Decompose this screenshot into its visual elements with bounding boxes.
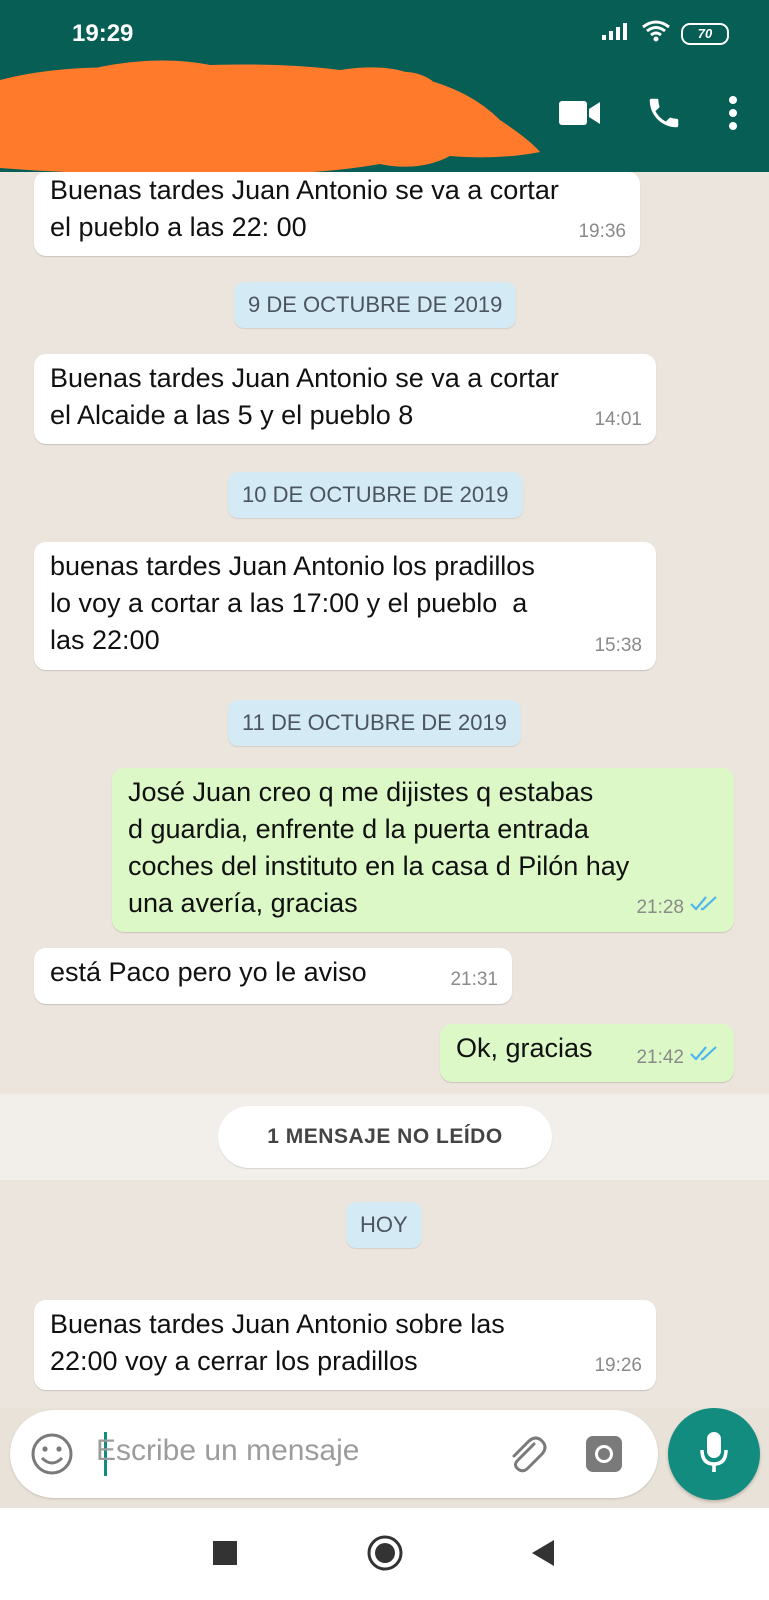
message-meta: 19:26 — [594, 1347, 642, 1384]
more-options-icon[interactable] — [727, 95, 739, 136]
message-text: está Paco pero yo le aviso — [50, 957, 367, 987]
message-text: Buenas tardes Juan Antonio sobre las 22:… — [50, 1309, 505, 1376]
recent-apps-icon[interactable] — [212, 1540, 238, 1571]
message-time: 19:36 — [578, 221, 626, 242]
message-incoming[interactable]: buenas tardes Juan Antonio los pradillos… — [34, 542, 656, 670]
message-incoming[interactable]: Buenas tardes Juan Antonio se va a corta… — [34, 354, 656, 444]
message-meta: 19:36 — [578, 213, 626, 250]
wifi-icon — [641, 20, 671, 47]
battery-indicator: 70 — [681, 22, 729, 45]
signal-icon — [601, 21, 631, 46]
home-icon[interactable] — [366, 1534, 404, 1577]
unread-divider: 1 MENSAJE NO LEÍDO — [0, 1094, 769, 1180]
date-chip: HOY — [346, 1202, 422, 1248]
message-meta: 21:28 — [636, 889, 720, 926]
system-nav-bar — [0, 1508, 769, 1600]
date-chip: 10 DE OCTUBRE DE 2019 — [228, 472, 523, 518]
camera-icon[interactable] — [582, 1432, 626, 1481]
back-icon[interactable] — [530, 1538, 556, 1573]
message-time: 21:42 — [636, 1047, 684, 1068]
message-incoming[interactable]: Buenas tardes Juan Antonio se va a corta… — [34, 172, 640, 256]
message-incoming[interactable]: Buenas tardes Juan Antonio sobre las 22:… — [34, 1300, 656, 1390]
voice-message-button[interactable] — [668, 1408, 760, 1500]
message-input[interactable]: Escribe un mensaje — [96, 1434, 359, 1468]
message-meta: 14:01 — [594, 401, 642, 438]
date-chip: 9 DE OCTUBRE DE 2019 — [234, 282, 517, 328]
date-chip: 11 DE OCTUBRE DE 2019 — [228, 700, 521, 746]
phone-icon[interactable] — [645, 94, 683, 137]
message-time: 19:26 — [594, 1355, 642, 1376]
message-time: 21:31 — [450, 969, 498, 990]
double-check-read-icon — [690, 1039, 720, 1076]
message-text: Buenas tardes Juan Antonio se va a corta… — [50, 363, 559, 430]
message-meta: 15:38 — [594, 627, 642, 664]
redaction-scribble — [0, 60, 540, 174]
status-time: 19:29 — [72, 20, 134, 47]
message-outgoing[interactable]: Ok, gracias 21:42 — [440, 1024, 734, 1082]
message-incoming[interactable]: está Paco pero yo le aviso 21:31 — [34, 948, 512, 1004]
message-text: José Juan creo q me dijistes q estabas d… — [128, 777, 630, 918]
attach-icon[interactable] — [504, 1432, 550, 1483]
message-time: 21:28 — [636, 897, 684, 918]
unread-count-pill: 1 MENSAJE NO LEÍDO — [218, 1106, 552, 1168]
header-actions — [559, 94, 739, 137]
message-text: Buenas tardes Juan Antonio se va a corta… — [50, 175, 559, 242]
message-time: 15:38 — [594, 635, 642, 656]
message-time: 14:01 — [594, 409, 642, 430]
message-text: buenas tardes Juan Antonio los pradillos… — [50, 551, 535, 655]
message-outgoing[interactable]: José Juan creo q me dijistes q estabas d… — [112, 768, 734, 932]
message-meta: 21:42 — [636, 1039, 720, 1076]
message-composer[interactable]: Escribe un mensaje — [10, 1410, 658, 1498]
status-icons: 70 — [601, 20, 729, 47]
video-call-icon[interactable] — [559, 99, 601, 132]
status-bar: 19:29 70 — [0, 0, 769, 64]
emoji-icon[interactable] — [30, 1432, 74, 1481]
message-meta: 21:31 — [450, 961, 498, 998]
double-check-read-icon — [690, 889, 720, 926]
chat-area[interactable]: Buenas tardes Juan Antonio se va a corta… — [0, 172, 769, 1408]
microphone-icon — [699, 1430, 729, 1479]
